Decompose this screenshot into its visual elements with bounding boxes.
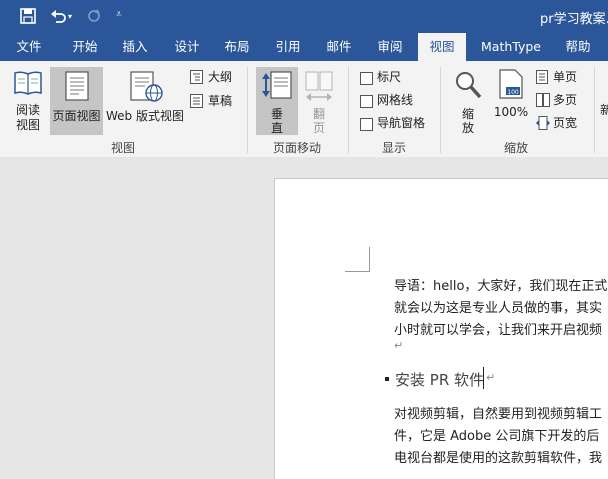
- document-title: pr学习教案...: [540, 12, 608, 27]
- tab-help[interactable]: 帮助: [556, 33, 600, 61]
- page-icon: [65, 71, 89, 104]
- one-page-button[interactable]: 单页: [536, 69, 596, 87]
- group-separator: [440, 67, 441, 153]
- paragraph-mark-icon: ↵: [486, 371, 496, 384]
- gridlines-checkbox[interactable]: [360, 95, 373, 108]
- paragraph-line: 小时就可以学会，让我们来开启视频: [394, 323, 603, 338]
- customize-qat-icon[interactable]: ⩡: [116, 9, 122, 20]
- views-group-label: 视图: [110, 141, 135, 155]
- undo-icon[interactable]: [50, 8, 66, 24]
- tab-review[interactable]: 审阅: [367, 33, 413, 61]
- heading-bullet: [385, 377, 389, 381]
- multiple-pages-label: 多页: [553, 93, 578, 107]
- title-bar: ▾ ⩡ pr学习教案...: [0, 0, 608, 33]
- zoom-100-label: 100%: [493, 105, 529, 119]
- vertical-button[interactable]: 垂 直: [256, 67, 298, 135]
- group-separator: [594, 67, 595, 153]
- ruler-label: 标尺: [377, 70, 402, 84]
- new-window-label-partial[interactable]: 新: [600, 103, 608, 118]
- zoom-group-label: 缩放: [503, 141, 528, 155]
- outline-button[interactable]: 大纲: [190, 69, 240, 87]
- text-cursor: [483, 367, 484, 389]
- ribbon-tab-bar: 文件 开始 插入 设计 布局 引用 邮件 审阅 视图 MathType 帮助: [0, 33, 608, 61]
- paragraph-line: 就会以为这是专业人员做的事，其实: [394, 301, 603, 316]
- ruler-checkbox[interactable]: [360, 72, 373, 85]
- side-to-side-icon: [304, 71, 334, 106]
- tab-layout[interactable]: 布局: [214, 33, 260, 61]
- book-icon: [13, 69, 43, 100]
- web-page-icon: [130, 71, 164, 106]
- side-to-side-label-2: 页: [312, 121, 325, 135]
- draft-label: 草稿: [208, 94, 233, 108]
- heading-text: 安装 PR 软件: [395, 371, 485, 389]
- magnifier-icon: [454, 70, 482, 103]
- zoom-label-1: 缩: [461, 107, 474, 121]
- side-to-side-label-1: 翻: [312, 107, 325, 121]
- tab-design[interactable]: 设计: [164, 33, 210, 61]
- zoom-button[interactable]: 缩 放: [450, 67, 486, 135]
- svg-text:100: 100: [507, 89, 519, 96]
- read-mode-button[interactable]: 阅读 视图: [6, 65, 50, 132]
- draft-button[interactable]: 草稿: [190, 93, 240, 111]
- nav-pane-checkbox[interactable]: [360, 118, 373, 131]
- page-width-button[interactable]: 页宽: [536, 115, 596, 133]
- one-page-label: 单页: [553, 70, 578, 84]
- show-group-label: 显示: [381, 141, 406, 155]
- redo-icon[interactable]: [86, 8, 102, 24]
- tab-references[interactable]: 引用: [265, 33, 311, 61]
- paragraph-line: 件，它是 Adobe 公司旗下开发的后: [394, 429, 600, 444]
- tab-mathtype[interactable]: MathType: [474, 33, 548, 61]
- margin-corner-mark: [369, 247, 370, 272]
- ribbon: 阅读 视图 页面视图 Web 版式视图 大纲 草稿 视图 垂 直 翻 页 页面移…: [0, 61, 608, 158]
- save-icon[interactable]: [20, 8, 36, 24]
- one-page-icon: [536, 70, 548, 87]
- multiple-pages-icon: [536, 93, 550, 110]
- zoom-100-icon: 100: [499, 69, 523, 102]
- read-mode-label-1: 阅读: [15, 103, 40, 117]
- zoom-label-2: 放: [461, 121, 474, 135]
- read-mode-label-2: 视图: [15, 118, 40, 132]
- tab-file[interactable]: 文件: [6, 33, 52, 61]
- web-layout-button[interactable]: Web 版式视图: [104, 67, 186, 135]
- vertical-label-1: 垂: [270, 107, 283, 121]
- web-layout-label: Web 版式视图: [106, 109, 184, 123]
- print-layout-label: 页面视图: [52, 109, 101, 123]
- paragraph-mark-icon: ↵: [394, 339, 404, 352]
- nav-pane-label: 导航窗格: [377, 116, 426, 130]
- gridlines-label: 网格线: [377, 93, 414, 107]
- side-to-side-button[interactable]: 翻 页: [300, 67, 338, 135]
- draft-icon: [190, 94, 203, 111]
- page-width-label: 页宽: [553, 116, 578, 130]
- group-separator: [348, 67, 349, 153]
- print-layout-button[interactable]: 页面视图: [50, 67, 103, 135]
- paragraph-line: 电视台都是使用的这款剪辑软件，我: [394, 451, 603, 466]
- page-width-icon: [536, 116, 550, 133]
- tab-mailings[interactable]: 邮件: [316, 33, 362, 61]
- group-separator: [247, 67, 248, 153]
- undo-dropdown-icon[interactable]: ▾: [68, 12, 72, 21]
- vertical-scroll-icon: [261, 71, 293, 106]
- tab-view[interactable]: 视图: [418, 33, 466, 61]
- document-page[interactable]: 导语：hello，大家好，我们现在正式 就会以为这是专业人员做的事，其实 小时就…: [274, 178, 608, 479]
- outline-icon: [190, 70, 203, 87]
- zoom-100-button[interactable]: 100 100%: [492, 67, 530, 135]
- multiple-pages-button[interactable]: 多页: [536, 92, 596, 110]
- margin-corner-mark: [345, 271, 370, 272]
- outline-label: 大纲: [208, 70, 233, 84]
- tab-insert[interactable]: 插入: [112, 33, 158, 61]
- tab-home[interactable]: 开始: [62, 33, 108, 61]
- vertical-label-2: 直: [270, 121, 283, 135]
- page-movement-group-label: 页面移动: [272, 141, 321, 155]
- paragraph-line: 导语：hello，大家好，我们现在正式: [394, 279, 608, 294]
- paragraph-line: 对视频剪辑，自然要用到视频剪辑工: [394, 407, 603, 422]
